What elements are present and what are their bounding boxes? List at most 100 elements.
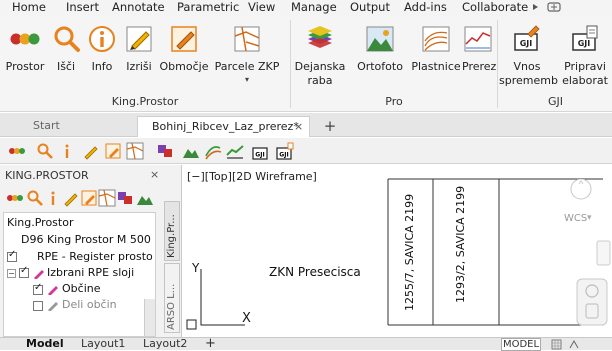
pripravi-label-1: Pripravi (564, 60, 606, 73)
pencil-icon[interactable] (62, 189, 80, 207)
area-pencil-icon[interactable] (80, 189, 98, 207)
menu-overflow-icon[interactable] (530, 0, 590, 16)
menu-collaborate[interactable]: Collaborate (462, 0, 528, 16)
palette-side-tabs: King.Pr... ARSO L... (162, 187, 182, 337)
layer-pencil-icon (48, 302, 58, 311)
parcel-map-icon[interactable] (126, 142, 144, 160)
izrisi-button[interactable]: Izriši (122, 20, 156, 98)
tree-item-d96[interactable]: D96 King Prostor M 500 (21, 232, 151, 248)
tree-scrollbar[interactable] (144, 299, 155, 336)
info-button[interactable]: Info (86, 20, 118, 98)
plastnice-button[interactable]: Plastnice (408, 20, 464, 98)
grid-snap-icon[interactable] (550, 339, 600, 350)
menu-insert[interactable]: Insert (66, 0, 99, 16)
kingprostor-palette: KING.PROSTOR × King.Prostor D96 King Pro… (0, 165, 182, 337)
tab-layout1[interactable]: Layout1 (81, 338, 125, 351)
terrain-icon[interactable] (136, 189, 154, 207)
layer-pencil-icon (48, 286, 58, 295)
menu-home[interactable]: Home (12, 0, 46, 16)
prostor-button[interactable]: Prostor (2, 20, 48, 98)
close-icon[interactable]: × (294, 117, 303, 137)
rpe-checkbox[interactable] (7, 249, 17, 262)
panel-title: KING.PROSTOR (5, 169, 89, 182)
chevron-down-icon[interactable]: ▾ (587, 213, 592, 223)
menu-output[interactable]: Output (350, 0, 390, 16)
dropdown-arrow-icon[interactable]: ▾ (214, 73, 280, 87)
dejanska-label-1: Dejanska (294, 60, 346, 73)
polygons-icon[interactable] (116, 189, 134, 207)
tab-arso[interactable]: ARSO L... (164, 263, 180, 333)
ribbon: Prostor Išči Info Izriši Območje Parcele… (0, 16, 612, 112)
kingprostor-toolbar: GJI GJI (0, 138, 612, 164)
vnos-label-2: sprememb (499, 74, 558, 87)
menu-view[interactable]: View (248, 0, 275, 16)
izrisi-label: Izriši (126, 60, 152, 73)
collapse-icon[interactable]: − (7, 269, 16, 278)
isci-button[interactable]: Išči (50, 20, 82, 98)
pripravi-label-2: elaborat (562, 74, 608, 87)
obmocje-label: Območje (159, 60, 209, 73)
deli-obcin-checkbox[interactable] (33, 301, 43, 311)
layout-tabs-bar: Model Layout1 Layout2 + MODEL (0, 337, 612, 351)
menu-parametric[interactable]: Parametric (177, 0, 239, 16)
y-axis-label: Y (192, 261, 200, 275)
profile-icon[interactable] (226, 142, 244, 160)
vnos-label-1: Vnos (513, 60, 541, 73)
obmocje-button[interactable]: Območje (158, 20, 210, 98)
search-icon[interactable] (36, 142, 54, 160)
dejanska-raba-button[interactable]: Dejanska raba (292, 20, 348, 98)
dejanska-label-2: raba (307, 74, 333, 87)
info-icon[interactable] (58, 142, 76, 160)
pencil-icon (126, 26, 152, 52)
tab-kingprostor[interactable]: King.Pr... (164, 201, 180, 261)
close-icon[interactable]: × (150, 168, 162, 181)
vnos-sprememb-button[interactable]: GJI Vnos sprememb (499, 20, 558, 98)
gji-document-icon[interactable]: GJI (276, 142, 294, 160)
prerez-label: Prerez (462, 60, 497, 73)
tree-item-izbrani[interactable]: Izbrani RPE sloji (47, 265, 134, 281)
tree-item-deli-obcin[interactable]: Deli občin (62, 297, 117, 313)
menu-annotate[interactable]: Annotate (112, 0, 165, 16)
izbrani-checkbox[interactable] (19, 265, 29, 278)
parcel-map-icon[interactable] (98, 189, 116, 207)
new-tab-button[interactable]: + (318, 116, 342, 137)
traffic-lights-icon[interactable] (6, 189, 24, 207)
contour-lines-icon[interactable] (204, 142, 222, 160)
info-icon (89, 26, 115, 52)
traffic-lights-icon[interactable] (8, 142, 26, 160)
tab-drawing-label: Bohinj_Ribcev_Laz_prerez* (152, 120, 299, 133)
svg-text:GJI: GJI (578, 39, 591, 48)
terrain-icon[interactable] (182, 142, 200, 160)
ortofoto-button[interactable]: Ortofoto (352, 20, 408, 98)
tab-start[interactable]: Start (0, 116, 130, 137)
tab-model[interactable]: Model (26, 338, 64, 351)
parcel-label-1: 1255/7, SAVICA 2199 (403, 193, 416, 311)
pro-panel-label: Pro (385, 95, 403, 108)
prerez-button[interactable]: Prerez (462, 20, 497, 98)
info-icon[interactable] (44, 189, 62, 207)
pripravi-elaborat-button[interactable]: GJI Pripravi elaborat (558, 20, 612, 98)
tree-item-kingprostor[interactable]: King.Prostor (7, 215, 73, 231)
document-tabs: Start Bohinj_Ribcev_Laz_prerez* × + (0, 113, 612, 137)
add-layout-button[interactable]: + (205, 337, 216, 351)
model-space-toggle[interactable]: MODEL (501, 338, 541, 351)
panel-divider (290, 20, 291, 108)
panel-divider (497, 20, 498, 108)
area-pencil-icon[interactable] (104, 142, 122, 160)
obcine-checkbox[interactable] (33, 282, 43, 295)
search-icon[interactable] (26, 189, 44, 207)
tree-item-obcine[interactable]: Občine (62, 281, 100, 297)
tree-item-rpe[interactable]: RPE - Register prosto (37, 249, 153, 265)
drawing-canvas[interactable]: [−][Top][2D Wireframe] ZKN Presecisca 12… (183, 165, 612, 337)
parcele-zkp-button[interactable]: Parcele ZKP ▾ (214, 20, 280, 98)
menu-addins[interactable]: Add-ins (404, 0, 447, 16)
viewcube-icon[interactable] (569, 179, 611, 329)
menu-manage[interactable]: Manage (291, 0, 337, 16)
tab-drawing[interactable]: Bohinj_Ribcev_Laz_prerez* × (137, 116, 310, 137)
gji-panel-label: GJI (547, 95, 563, 108)
gji-edit-icon[interactable]: GJI (252, 142, 270, 160)
polygons-icon[interactable] (156, 142, 174, 160)
pencil-icon[interactable] (82, 142, 100, 160)
tab-layout2[interactable]: Layout2 (143, 338, 187, 351)
wcs-menu[interactable]: WCS (564, 213, 587, 224)
